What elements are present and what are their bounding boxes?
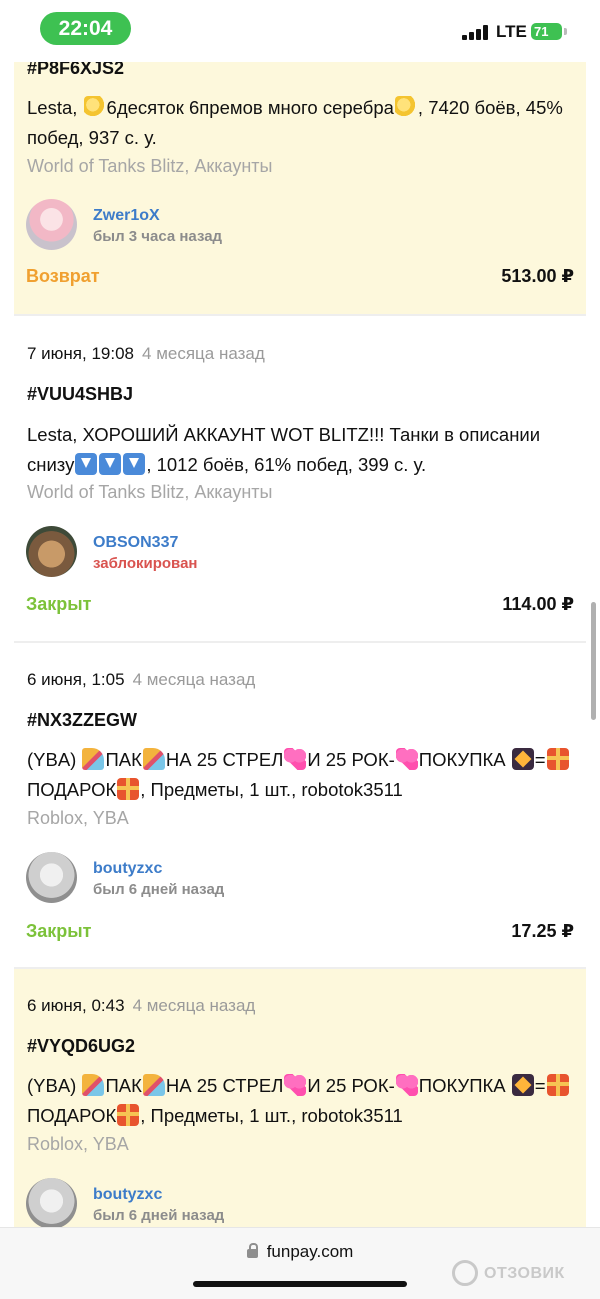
avatar[interactable] — [26, 1178, 77, 1227]
seller-name[interactable]: boutyzxc — [93, 860, 162, 878]
order-id[interactable]: #P8F6XJS2 — [27, 62, 124, 79]
sparkler-emoji-icon — [511, 1074, 534, 1096]
gift-emoji-icon — [117, 1104, 140, 1126]
home-indicator[interactable] — [193, 1281, 407, 1287]
order-card[interactable]: 6 июня, 0:43 4 месяца назад #VYQD6UG2 (YB… — [14, 969, 586, 1227]
signal-icon — [462, 25, 490, 40]
network-type: LTE — [496, 22, 527, 41]
order-description: (YBA) ПАК НА 25 СТРЕЛ И 25 РОК- ПОКУПКА =ПО… — [27, 1071, 572, 1131]
watermark-logo-icon — [452, 1260, 478, 1286]
order-date: 6 июня, 0:43 4 месяца назад — [27, 996, 256, 1015]
order-date: 7 июня, 19:08 4 месяца назад — [27, 344, 265, 363]
browser-bottom-bar: funpay.com ОТЗОВИК — [0, 1227, 600, 1299]
avatar[interactable] — [26, 199, 77, 250]
seller-last-seen: был 6 дней назад — [93, 1207, 225, 1224]
order-id[interactable]: #VYQD6UG2 — [27, 1036, 135, 1057]
scrollbar[interactable] — [591, 602, 596, 720]
address-bar[interactable]: funpay.com — [0, 1242, 600, 1262]
party-popper-emoji-icon — [142, 1074, 165, 1096]
order-age: 4 месяца назад — [132, 670, 256, 689]
party-popper-emoji-icon — [82, 1074, 105, 1096]
order-category: World of Tanks Blitz, Аккаунты — [27, 156, 273, 176]
seller-name[interactable]: OBSON337 — [93, 534, 178, 552]
gift-emoji-icon — [546, 748, 569, 770]
status-time: 22:04 — [40, 12, 131, 45]
order-card[interactable]: #P8F6XJS2 Lesta, 6десяток 6премов много … — [14, 62, 586, 316]
heart-emoji-icon — [395, 1074, 418, 1096]
order-description: Lesta, ХОРОШИЙ АККАУНТ WOT BLITZ!!! Танк… — [27, 424, 541, 475]
order-card[interactable]: 7 июня, 19:08 4 месяца назад #VUU4SHBJ Le… — [14, 316, 586, 643]
order-card[interactable]: 6 июня, 1:05 4 месяца назад #NX3ZZEGW (YB… — [14, 643, 586, 969]
down-arrow-emoji-icon — [99, 453, 122, 475]
order-id[interactable]: #VUU4SHBJ — [27, 384, 133, 405]
order-category: Roblox, YBA — [27, 808, 129, 828]
lock-icon — [246, 1243, 258, 1258]
seller-name[interactable]: boutyzxc — [93, 1186, 162, 1204]
orders-list[interactable]: #P8F6XJS2 Lesta, 6десяток 6премов много … — [0, 62, 600, 1227]
status-bar: 22:04 LTE 71 — [0, 0, 600, 62]
battery-tip — [564, 28, 567, 35]
order-price: 513.00 ₽ — [501, 266, 574, 286]
url-text: funpay.com — [266, 1242, 354, 1261]
dizzy-emoji-icon — [83, 96, 106, 118]
order-category: Roblox, YBA — [27, 1134, 129, 1154]
gift-emoji-icon — [546, 1074, 569, 1096]
heart-emoji-icon — [284, 1074, 307, 1096]
watermark: ОТЗОВИК — [452, 1260, 565, 1286]
heart-emoji-icon — [284, 748, 307, 770]
order-age: 4 месяца назад — [142, 344, 265, 363]
battery-icon: 71 — [531, 23, 562, 40]
party-popper-emoji-icon — [82, 748, 105, 770]
status-badge: Возврат — [26, 266, 100, 286]
order-price: 17.25 ₽ — [511, 921, 574, 941]
heart-emoji-icon — [395, 748, 418, 770]
down-arrow-emoji-icon — [123, 453, 146, 475]
status-badge: Закрыт — [26, 594, 92, 614]
avatar[interactable] — [26, 852, 77, 903]
order-age: 4 месяца назад — [132, 996, 256, 1015]
seller-blocked-status: заблокирован — [93, 555, 198, 572]
seller-last-seen: был 6 дней назад — [93, 881, 225, 898]
order-description: (YBA) ПАК НА 25 СТРЕЛ И 25 РОК- ПОКУПКА =ПО… — [27, 745, 572, 805]
order-category: World of Tanks Blitz, Аккаунты — [27, 482, 273, 502]
gift-emoji-icon — [117, 778, 140, 800]
seller-name[interactable]: Zwer1oX — [93, 207, 160, 225]
dizzy-emoji-icon — [394, 96, 417, 118]
seller-last-seen: был 3 часа назад — [93, 228, 223, 245]
down-arrow-emoji-icon — [75, 453, 98, 475]
sparkler-emoji-icon — [511, 748, 534, 770]
status-badge: Закрыт — [26, 921, 92, 941]
avatar[interactable] — [26, 526, 77, 577]
order-id[interactable]: #NX3ZZEGW — [27, 710, 137, 731]
order-date: 6 июня, 1:05 4 месяца назад — [27, 670, 256, 689]
order-description: Lesta, 6десяток 6премов много серебра, 7… — [27, 96, 563, 148]
party-popper-emoji-icon — [142, 748, 165, 770]
order-price: 114.00 ₽ — [502, 594, 574, 614]
